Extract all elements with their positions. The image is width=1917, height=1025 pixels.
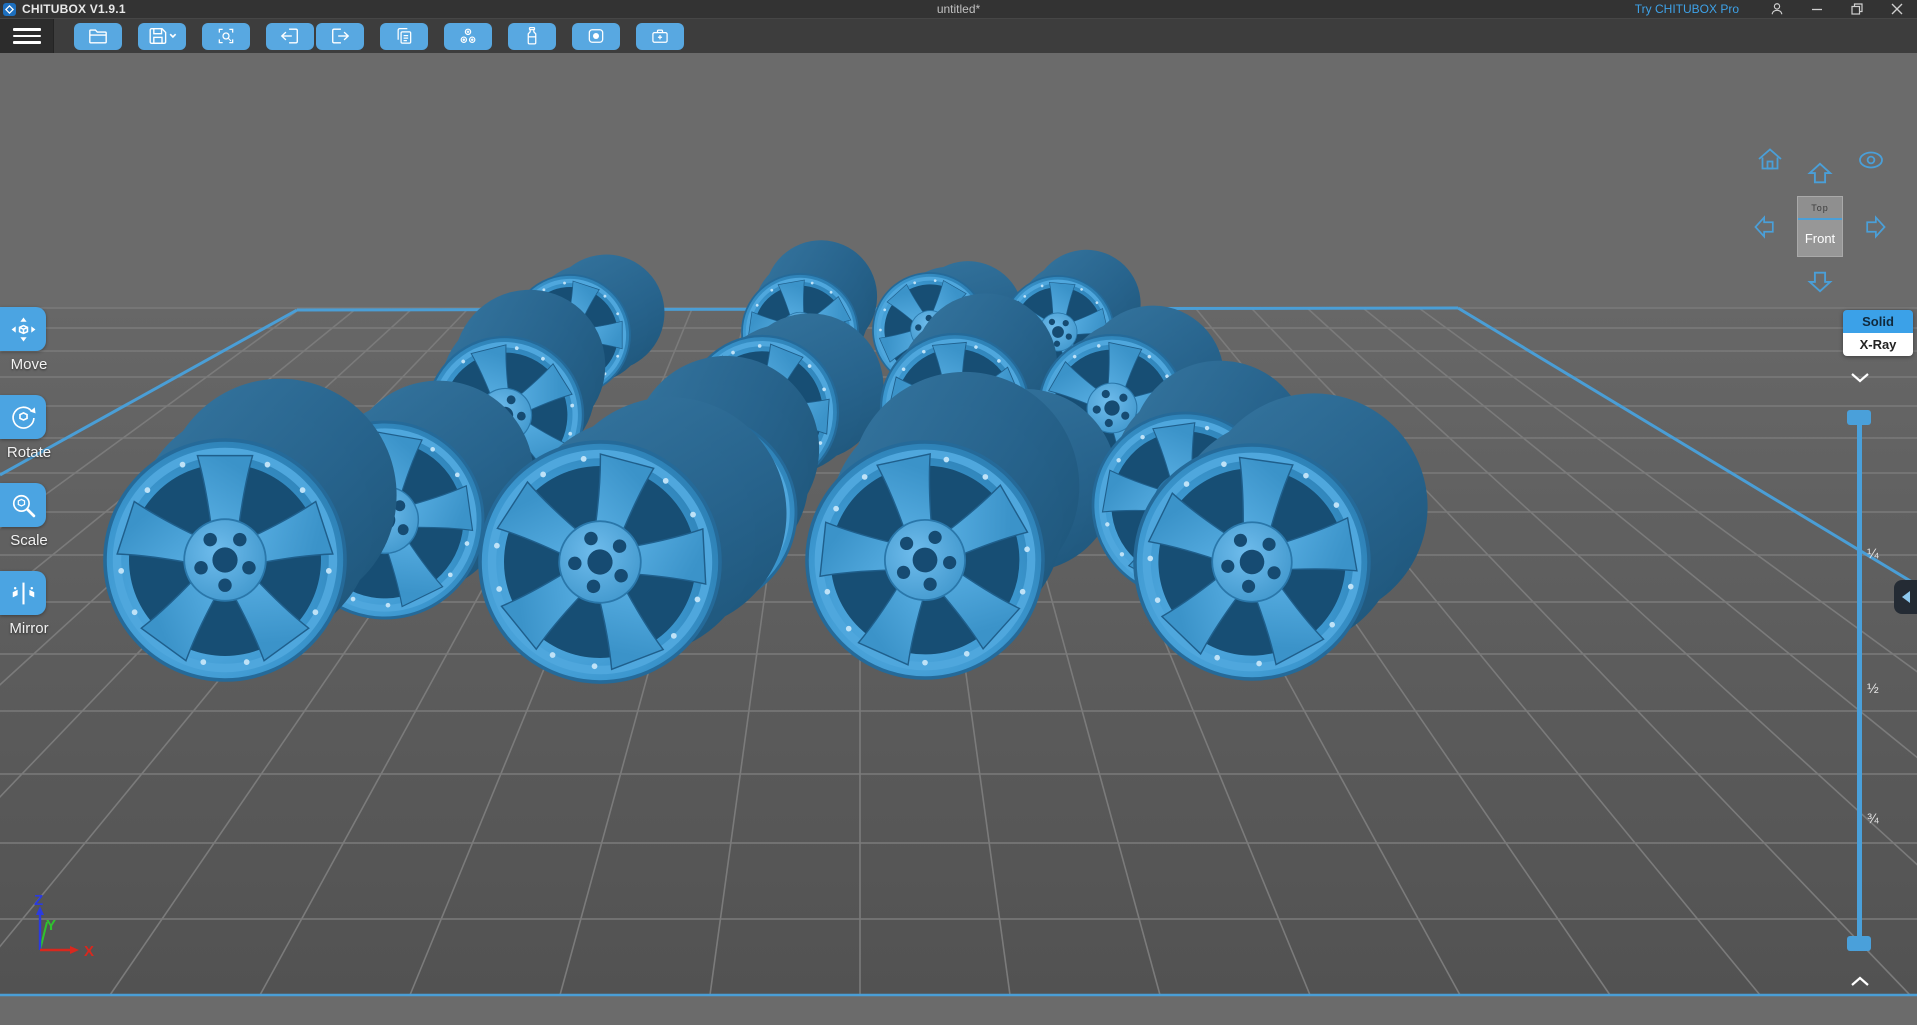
open-icon xyxy=(89,29,107,44)
capture-button[interactable] xyxy=(202,22,250,50)
panel-expand-icon xyxy=(1901,591,1910,603)
collapse-modes-button[interactable] xyxy=(1849,371,1871,389)
rotate-view-down-button[interactable] xyxy=(1806,268,1834,299)
slider-mark-quarter: ¼ xyxy=(1867,545,1879,561)
try-pro-link[interactable]: Try CHITUBOX Pro xyxy=(1635,2,1739,16)
import-button[interactable] xyxy=(266,22,314,50)
axis-z-label: Z xyxy=(34,892,43,909)
mirror-tool-button[interactable] xyxy=(0,571,46,615)
slider-handle-top[interactable] xyxy=(1847,410,1871,425)
render-mode-solid[interactable]: Solid xyxy=(1843,310,1913,333)
arrow-up-icon xyxy=(1807,162,1833,184)
eye-icon xyxy=(1859,151,1883,169)
render-mode-toggle: Solid X-Ray xyxy=(1843,310,1913,356)
copy-icon xyxy=(397,28,412,44)
close-button[interactable] xyxy=(1877,0,1917,18)
close-icon xyxy=(1891,3,1903,15)
scale-tool-label: Scale xyxy=(10,532,48,549)
main-menu-button[interactable] xyxy=(12,28,41,44)
main-toolbar xyxy=(0,18,1917,53)
menu-zone xyxy=(0,19,54,53)
restore-icon xyxy=(1851,3,1863,15)
slider-track[interactable] xyxy=(1857,418,1862,948)
arrow-right-icon xyxy=(1866,215,1886,239)
view-cube-top-face[interactable]: Top xyxy=(1798,197,1842,218)
mirror-tool-label: Mirror xyxy=(9,620,49,637)
axis-y-label: Y xyxy=(46,917,56,934)
slice-icon xyxy=(588,29,604,43)
slice-button[interactable] xyxy=(572,22,620,50)
view-cube[interactable]: Top Front xyxy=(1797,196,1843,257)
chevron-down-icon xyxy=(1851,373,1869,383)
title-bar: CHITUBOX V1.9.1 untitled* Try CHITUBOX P… xyxy=(0,0,1917,18)
slider-step-up-button[interactable] xyxy=(1849,975,1871,993)
account-button[interactable] xyxy=(1757,0,1797,18)
capture-icon xyxy=(218,28,234,44)
settings-panel-tab[interactable] xyxy=(1894,580,1917,614)
copy-button[interactable] xyxy=(380,22,428,50)
arrow-left-icon xyxy=(1754,215,1774,239)
rotate-tool-label: Rotate xyxy=(6,444,52,461)
rotate-icon xyxy=(11,405,36,429)
resin-icon xyxy=(527,27,537,45)
auto-arrange-icon xyxy=(460,28,476,44)
viewport-3d[interactable]: Z Y X Move Rotate Scale Mirror Top Front… xyxy=(0,53,1917,1025)
mirror-icon xyxy=(12,582,34,604)
export-button[interactable] xyxy=(316,22,364,50)
move-tool-label: Move xyxy=(10,356,48,373)
repair-icon xyxy=(652,29,668,43)
slider-mark-half: ½ xyxy=(1867,680,1879,696)
scene-canvas: Z Y X xyxy=(0,53,1917,997)
export-icon xyxy=(332,28,350,44)
restore-button[interactable] xyxy=(1837,0,1877,18)
home-icon xyxy=(1758,148,1782,170)
chevron-up-icon xyxy=(1851,976,1869,986)
scale-tool-button[interactable] xyxy=(0,483,46,527)
chitubox-window: CHITUBOX V1.9.1 untitled* Try CHITUBOX P… xyxy=(0,0,1917,1025)
app-logo-icon xyxy=(3,2,16,16)
open-button[interactable] xyxy=(74,22,122,50)
app-title: CHITUBOX V1.9.1 xyxy=(22,2,126,16)
move-tool-button[interactable] xyxy=(0,307,46,351)
perspective-toggle-button[interactable] xyxy=(1856,149,1886,176)
view-cube-front-face[interactable]: Front xyxy=(1798,218,1842,256)
resin-button[interactable] xyxy=(508,22,556,50)
document-title: untitled* xyxy=(936,2,981,16)
axis-x-label: X xyxy=(84,943,94,960)
home-view-button[interactable] xyxy=(1756,146,1784,177)
repair-button[interactable] xyxy=(636,22,684,50)
rotate-view-right-button[interactable] xyxy=(1862,213,1888,246)
person-icon xyxy=(1771,3,1783,15)
render-mode-xray[interactable]: X-Ray xyxy=(1843,333,1913,356)
minimize-icon xyxy=(1812,8,1822,11)
import-icon xyxy=(280,28,298,44)
auto-arrange-button[interactable] xyxy=(444,22,492,50)
minimize-button[interactable] xyxy=(1797,0,1837,18)
slider-handle-bottom[interactable] xyxy=(1847,936,1871,951)
rotate-view-up-button[interactable] xyxy=(1806,161,1834,192)
rotate-tool-button[interactable] xyxy=(0,395,46,439)
rotate-view-left-button[interactable] xyxy=(1752,213,1778,246)
move-icon xyxy=(11,317,35,341)
save-button[interactable] xyxy=(138,22,186,50)
slider-mark-threequarter: ¾ xyxy=(1867,810,1879,826)
scale-icon xyxy=(12,494,35,517)
save-icon xyxy=(149,28,177,44)
arrow-down-icon xyxy=(1807,271,1833,293)
